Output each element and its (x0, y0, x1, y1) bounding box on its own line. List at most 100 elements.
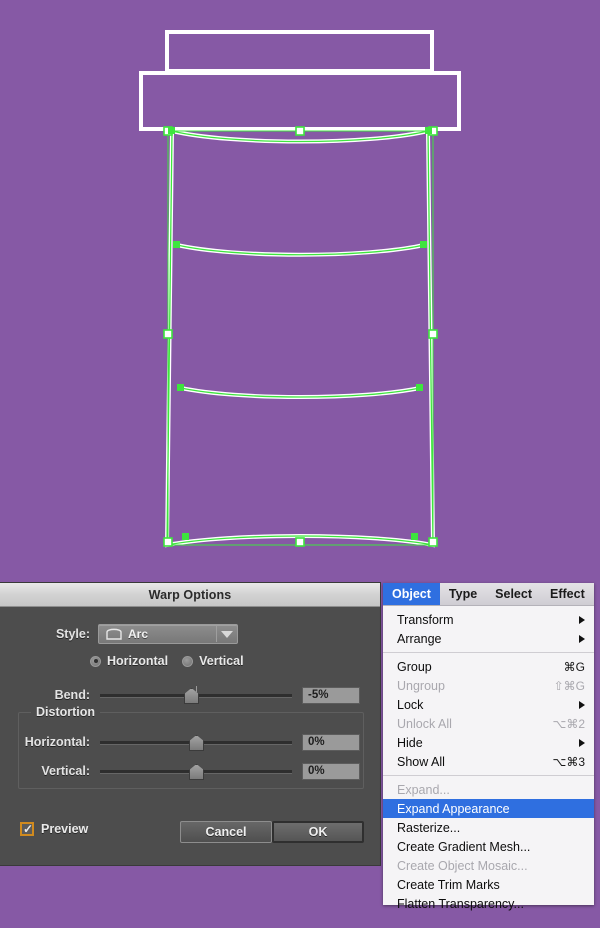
menu-item-label: Create Object Mosaic... (397, 858, 528, 873)
menu-item-label: Create Trim Marks (397, 877, 500, 892)
menubar-item-effect[interactable]: Effect (541, 583, 594, 605)
distortion-vertical-row: Vertical: 0% (0, 762, 360, 780)
menu-item-expand-appearance[interactable]: Expand Appearance (383, 799, 594, 818)
distortion-vertical-slider[interactable] (100, 762, 292, 780)
orientation-radio-group: Horizontal Vertical (90, 654, 258, 668)
menu-item-transform[interactable]: Transform (383, 610, 594, 629)
style-row: Style: Arc (0, 624, 380, 644)
style-select-divider (216, 626, 217, 642)
menu-item-shortcut: ⇧⌘G (553, 678, 585, 693)
anchor-body-top-right[interactable] (425, 127, 432, 134)
menubar-item-type[interactable]: Type (440, 583, 486, 605)
warp-options-title: Warp Options (148, 587, 232, 602)
style-select-value: Arc (128, 627, 149, 641)
anchor-body-bottom-left[interactable] (182, 533, 189, 540)
warp-options-body: Style: Arc Horizontal Vertical Bend: -5%… (0, 607, 380, 865)
menu-item-label: Group (397, 659, 432, 674)
anchor-body-bottom-right[interactable] (411, 533, 418, 540)
menu-item-hide[interactable]: Hide (383, 733, 594, 752)
radio-vertical[interactable]: Vertical (182, 654, 244, 668)
menubar-item-object[interactable]: Object (383, 583, 440, 605)
distortion-legend: Distortion (31, 705, 101, 719)
cancel-button[interactable]: Cancel (180, 821, 272, 843)
menu-item-label: Transform (397, 612, 454, 627)
distortion-horizontal-label: Horizontal: (24, 735, 90, 749)
object-menu-panel: Object Type Select Effect Transform Arrange G… (383, 583, 594, 911)
menu-item-shortcut: ⌘G (563, 659, 585, 674)
menu-item-create-trim-marks[interactable]: Create Trim Marks (383, 875, 594, 894)
menubar-item-select[interactable]: Select (486, 583, 541, 605)
anchor-band-lower-left[interactable] (177, 384, 184, 391)
menu-item-ungroup: Ungroup ⇧⌘G (383, 676, 594, 695)
radio-vertical-label: Vertical (199, 654, 244, 668)
submenu-arrow-icon (579, 738, 585, 747)
menu-item-unlock-all: Unlock All ⌥⌘2 (383, 714, 594, 733)
style-label: Style: (55, 627, 90, 641)
menu-item-rasterize[interactable]: Rasterize... (383, 818, 594, 837)
screenshot-root: Warp Options Style: Arc Horizontal Verti… (0, 0, 600, 928)
checkmark-icon: ✓ (23, 822, 34, 836)
preview-checkbox[interactable]: ✓ (20, 822, 34, 836)
menu-item-label: Create Gradient Mesh... (397, 839, 531, 854)
menu-separator (383, 775, 594, 776)
menu-item-label: Expand... (397, 782, 450, 797)
submenu-arrow-icon (579, 634, 585, 643)
anchor-body-top-left[interactable] (168, 127, 175, 134)
menubar: Object Type Select Effect (383, 583, 594, 606)
anchor-band-upper-left[interactable] (173, 241, 180, 248)
menu-item-create-gradient-mesh[interactable]: Create Gradient Mesh... (383, 837, 594, 856)
distortion-horizontal-value: 0% (308, 736, 325, 748)
bend-slider[interactable] (100, 686, 292, 704)
handle-bottom-center[interactable] (295, 537, 305, 547)
illustrator-canvas[interactable] (0, 0, 600, 582)
handle-bottom-left[interactable] (163, 537, 173, 547)
menu-item-label: Ungroup (397, 678, 445, 693)
menu-item-label: Lock (397, 697, 424, 712)
distortion-vertical-value: 0% (308, 765, 325, 777)
handle-middle-right[interactable] (428, 329, 438, 339)
menu-separator (383, 652, 594, 653)
ok-button[interactable]: OK (272, 821, 364, 843)
bend-value-input[interactable]: -5% (302, 686, 360, 704)
anchor-band-lower-right[interactable] (416, 384, 423, 391)
menu-item-lock[interactable]: Lock (383, 695, 594, 714)
menu-item-flatten-transparency[interactable]: Flatten Transparency... (383, 894, 594, 913)
menu-item-group[interactable]: Group ⌘G (383, 657, 594, 676)
distortion-vertical-thumb[interactable] (189, 764, 204, 780)
bend-slider-tick (196, 686, 197, 692)
object-menu-list: Transform Arrange Group ⌘G Ungroup ⇧⌘G Lock Unl… (383, 606, 594, 913)
warp-options-dialog: Warp Options Style: Arc Horizontal Verti… (0, 583, 380, 865)
menu-item-label: Arrange (397, 631, 442, 646)
bend-label: Bend: (54, 688, 90, 702)
preview-checkbox-row[interactable]: ✓ Preview (20, 822, 88, 836)
distortion-horizontal-input[interactable]: 0% (302, 733, 360, 751)
distortion-horizontal-thumb[interactable] (189, 735, 204, 751)
menu-item-label: Rasterize... (397, 820, 461, 835)
handle-top-center[interactable] (295, 126, 305, 136)
anchor-band-upper-right[interactable] (420, 241, 427, 248)
radio-horizontal-dot[interactable] (90, 655, 101, 667)
radio-vertical-dot[interactable] (182, 655, 194, 667)
bend-row: Bend: -5% (0, 686, 360, 704)
menu-item-label: Show All (397, 754, 445, 769)
distortion-horizontal-slider[interactable] (100, 733, 292, 751)
chevron-down-icon (221, 631, 233, 638)
preview-label: Preview (41, 822, 89, 836)
menu-item-show-all[interactable]: Show All ⌥⌘3 (383, 752, 594, 771)
menu-item-shortcut: ⌥⌘3 (552, 754, 585, 769)
handle-middle-left[interactable] (163, 329, 173, 339)
arc-shape-icon (106, 628, 122, 640)
menu-item-expand: Expand... (383, 780, 594, 799)
warp-options-titlebar: Warp Options (0, 583, 380, 607)
menu-item-shortcut: ⌥⌘2 (552, 716, 585, 731)
menu-item-arrange[interactable]: Arrange (383, 629, 594, 648)
handle-bottom-right[interactable] (428, 537, 438, 547)
submenu-arrow-icon (579, 615, 585, 624)
distortion-vertical-input[interactable]: 0% (302, 762, 360, 780)
submenu-arrow-icon (579, 700, 585, 709)
menu-item-label: Unlock All (397, 716, 452, 731)
radio-horizontal[interactable]: Horizontal (90, 654, 168, 668)
style-select[interactable]: Arc (98, 624, 238, 644)
distortion-vertical-label: Vertical: (41, 764, 90, 778)
radio-horizontal-label: Horizontal (107, 654, 169, 668)
